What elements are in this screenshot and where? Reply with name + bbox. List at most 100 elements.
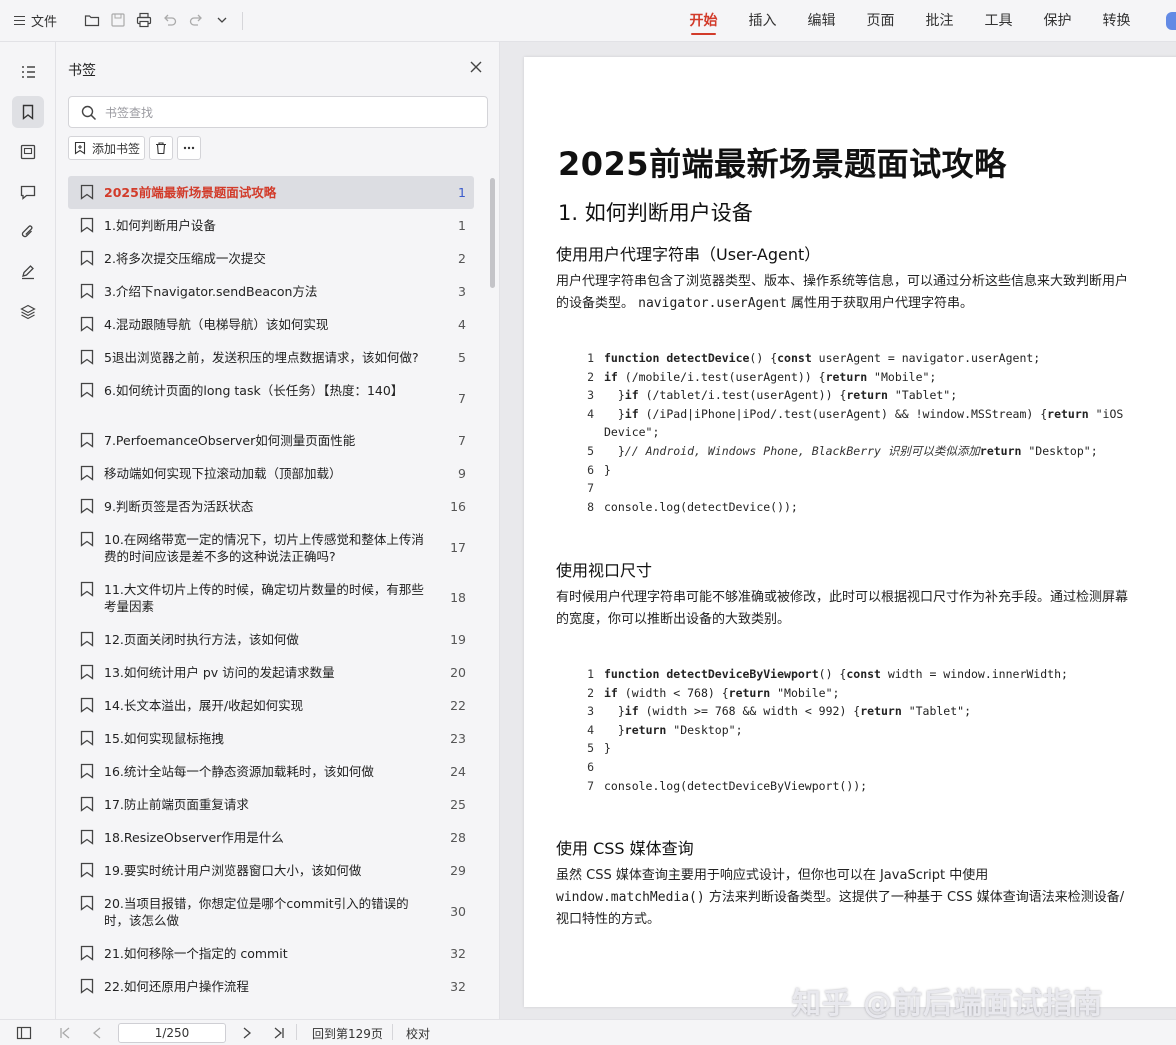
tab-tools[interactable]: 工具: [969, 0, 1028, 42]
print-icon[interactable]: [136, 12, 152, 28]
bookmark-item[interactable]: 9.判断页签是否为活跃状态 16: [68, 490, 474, 523]
bookmark-label: 移动端如何实现下拉滚动加载（顶部加载）: [104, 466, 342, 481]
bookmark-icon: [80, 895, 94, 911]
bookmark-panel-button[interactable]: [12, 96, 44, 128]
bookmark-page: 1: [458, 218, 466, 233]
code-line: 4 }if (/iPad|iPhone|iPod/.test(userAgent…: [580, 405, 1140, 424]
bookmark-page: 20: [450, 665, 466, 680]
comments-button[interactable]: [12, 176, 44, 208]
signature-button[interactable]: [12, 256, 44, 288]
ua-heading: 使用用户代理字符串（User-Agent）: [556, 245, 821, 264]
bookmark-item[interactable]: 17.防止前端页面重复请求 25: [68, 788, 474, 821]
code-line: Device";: [580, 423, 1140, 442]
tab-page[interactable]: 页面: [851, 0, 910, 42]
bookmark-item[interactable]: 13.如何统计用户 pv 访问的发起请求数量 20: [68, 656, 474, 689]
bookmark-label: 10.在网络带宽一定的情况下，切片上传感觉和整体上传消费的时间应该是差不多的这种…: [104, 532, 424, 564]
bookmark-label: 12.页面关闭时执行方法，该如何做: [104, 632, 299, 647]
code-token: }: [604, 443, 625, 458]
bookmark-item[interactable]: 2.将多次提交压缩成一次提交 2: [68, 242, 474, 275]
bookmark-item[interactable]: 5退出浏览器之前，发送积压的埋点数据请求，该如何做? 5: [68, 341, 474, 374]
code-token: if: [604, 369, 618, 384]
bookmark-icon: [80, 978, 94, 994]
first-page-icon[interactable]: [58, 1025, 72, 1041]
brand-mark-icon: [1166, 12, 1176, 30]
bookmark-label: 16.统计全站每一个静态资源加载耗时，该如何做: [104, 764, 374, 779]
document-viewport: 2025前端最新场景题面试攻略 1. 如何判断用户设备 使用用户代理字符串（Us…: [500, 42, 1176, 1019]
outline-button[interactable]: [12, 56, 44, 88]
attachments-button[interactable]: [12, 216, 44, 248]
close-icon[interactable]: [469, 60, 483, 74]
code-token: userAgent = navigator.userAgent;: [811, 351, 1041, 365]
tab-protect[interactable]: 保护: [1028, 0, 1087, 42]
tab-insert[interactable]: 插入: [733, 0, 792, 42]
bookmark-item[interactable]: 3.介绍下navigator.sendBeacon方法 3: [68, 275, 474, 308]
bookmark-item[interactable]: 移动端如何实现下拉滚动加载（顶部加载） 9: [68, 457, 474, 490]
bookmark-item[interactable]: 1.如何判断用户设备 1: [68, 209, 474, 242]
save-icon[interactable]: [110, 12, 126, 28]
add-bookmark-button[interactable]: 添加书签: [68, 136, 146, 160]
bookmark-item[interactable]: 15.如何实现鼠标拖拽 23: [68, 722, 474, 755]
more-icon: [183, 146, 195, 150]
bookmark-item[interactable]: 4.混动跟随导航（电梯导航）该如何实现 4: [68, 308, 474, 341]
back-to-page-link[interactable]: 回到第129页: [312, 1025, 383, 1042]
code-line: 7: [580, 479, 1140, 498]
last-page-icon[interactable]: [272, 1025, 286, 1041]
sidebar-toggle-icon[interactable]: [16, 1025, 32, 1041]
ua-text-2: 的设备类型。: [556, 296, 635, 311]
code-token: return: [979, 443, 1022, 458]
undo-icon[interactable]: [162, 12, 178, 28]
bookmark-list: 2025前端最新场景题面试攻略 1 1.如何判断用户设备 1 2.将多次提交压缩成一次提…: [68, 176, 474, 1003]
tab-convert[interactable]: 转换: [1087, 0, 1146, 42]
proofread-button[interactable]: 校对: [406, 1025, 430, 1042]
bookmark-item[interactable]: 16.统计全站每一个静态资源加载耗时，该如何做 24: [68, 755, 474, 788]
watermark: 知乎 @前后端面试指南: [792, 986, 1104, 1020]
bookmark-label: 18.ResizeObserver作用是什么: [104, 830, 284, 845]
tab-edit[interactable]: 编辑: [792, 0, 851, 42]
bookmark-icon: [80, 217, 94, 233]
bookmark-item[interactable]: 20.当项目报错，你想定位是哪个commit引入的错误的时，该怎么做 30: [68, 887, 474, 937]
more-options-button[interactable]: [177, 136, 202, 160]
toolbar-divider: [242, 12, 243, 30]
code-line: 5}: [580, 739, 1140, 758]
bookmark-item[interactable]: 10.在网络带宽一定的情况下，切片上传感觉和整体上传消费的时间应该是差不多的这种…: [68, 523, 474, 573]
bookmark-item[interactable]: 14.长文本溢出，展开/收起如何实现 22: [68, 689, 474, 722]
image-icon: [20, 144, 36, 160]
bookmark-search-input[interactable]: [105, 103, 475, 123]
code-token: (/tablet/i.test(userAgent)) {: [638, 388, 847, 403]
add-bookmark-icon: [74, 141, 86, 155]
page-number-input[interactable]: [118, 1023, 226, 1043]
bookmark-item[interactable]: 2025前端最新场景题面试攻略 1: [68, 176, 474, 209]
bookmark-item[interactable]: 6.如何统计页面的long task（长任务）【热度：140】 7: [68, 374, 474, 424]
bookmark-item[interactable]: 11.大文件切片上传的时候，确定切片数量的时候，有那些考量因素 18: [68, 573, 474, 623]
bookmark-item[interactable]: 18.ResizeObserver作用是什么 28: [68, 821, 474, 854]
bookmark-item[interactable]: 12.页面关闭时执行方法，该如何做 19: [68, 623, 474, 656]
delete-bookmark-button[interactable]: [149, 136, 174, 160]
thumbnail-button[interactable]: [12, 136, 44, 168]
open-folder-icon[interactable]: [84, 12, 100, 28]
bookmark-item[interactable]: 7.PerfoemanceObserver如何测量页面性能 7: [68, 424, 474, 457]
bookmark-icon: [80, 581, 94, 597]
tab-annotate[interactable]: 批注: [910, 0, 969, 42]
prev-page-icon[interactable]: [90, 1025, 104, 1041]
bookmark-page: 30: [450, 904, 466, 919]
outline-icon: [22, 66, 35, 78]
tab-home[interactable]: 开始: [674, 0, 733, 42]
code-token: () {: [749, 351, 778, 365]
line-number: 2: [587, 369, 594, 384]
next-page-icon[interactable]: [240, 1025, 254, 1041]
bookmark-item[interactable]: 19.要实时统计用户浏览器窗口大小，该如何做 29: [68, 854, 474, 887]
layers-button[interactable]: [12, 296, 44, 328]
code-line: 7 console.log(detectDeviceByViewport());: [580, 777, 1140, 796]
file-menu-button[interactable]: 文件: [14, 11, 57, 30]
bookmark-item[interactable]: 22.如何还原用户操作流程 32: [68, 970, 474, 1003]
chevron-down-icon[interactable]: [214, 12, 230, 28]
bookmark-scrollbar[interactable]: [490, 178, 495, 288]
bookmark-item[interactable]: 21.如何移除一个指定的 commit 32: [68, 937, 474, 970]
line-number: 7: [587, 481, 594, 496]
search-icon: [81, 105, 97, 121]
inline-code: navigator.userAgent: [638, 296, 787, 311]
code-token: return: [846, 388, 888, 403]
ua-text-1: 用户代理字符串包含了浏览器类型、版本、操作系统等信息，可以通过分析这些信息来大致…: [556, 274, 1129, 289]
redo-icon[interactable]: [188, 12, 204, 28]
